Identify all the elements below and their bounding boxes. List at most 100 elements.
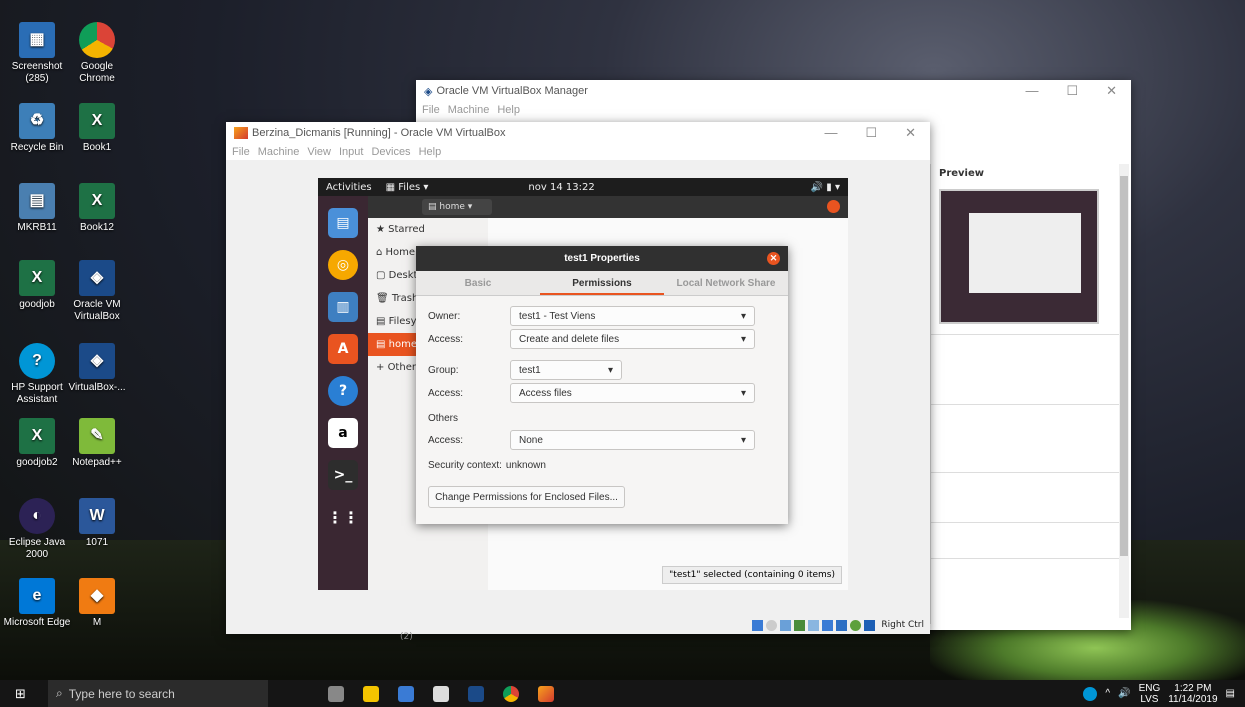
- menu-file[interactable]: File: [422, 104, 440, 116]
- desktop-icon-virtualbox-2[interactable]: ◈ VirtualBox-...: [62, 343, 132, 394]
- owner-select[interactable]: test1 - Test Viens ▾: [510, 306, 755, 326]
- change-permissions-button[interactable]: Change Permissions for Enclosed Files...: [428, 486, 625, 508]
- owner-access-label: Access:: [428, 333, 464, 345]
- usb-icon[interactable]: [794, 619, 806, 631]
- tab-permissions[interactable]: Permissions: [540, 271, 664, 295]
- group-select[interactable]: test1 ▾: [510, 360, 622, 380]
- mail-icon[interactable]: [433, 685, 449, 702]
- maximize-icon[interactable]: ☐: [865, 125, 877, 141]
- tab-local-network-share[interactable]: Local Network Share: [664, 271, 788, 295]
- excel-icon: X: [19, 260, 55, 296]
- maximize-icon[interactable]: ☐: [1066, 83, 1078, 99]
- volume-icon[interactable]: 🔊: [1118, 688, 1130, 699]
- menu-help[interactable]: Help: [419, 146, 442, 158]
- file-explorer-icon[interactable]: [363, 685, 379, 702]
- cpu-icon[interactable]: [850, 619, 862, 631]
- menu-devices[interactable]: Devices: [371, 146, 410, 158]
- taskbar-search[interactable]: ⌕ Type here to search: [48, 680, 268, 707]
- menu-machine[interactable]: Machine: [448, 104, 490, 116]
- recording-icon[interactable]: [836, 619, 848, 631]
- tab-basic[interactable]: Basic: [416, 271, 540, 295]
- virtualbox-icon: ◈: [424, 85, 433, 98]
- chevron-down-icon: ▾: [740, 333, 746, 345]
- desktop-icon-m[interactable]: ◆ M: [62, 578, 132, 629]
- excel-icon: X: [79, 103, 115, 139]
- properties-dialog[interactable]: test1 Properties ✕ Basic Permissions Loc…: [416, 246, 788, 524]
- files-app-menu[interactable]: ▦ Files ▾: [386, 182, 429, 193]
- virtualbox-icon[interactable]: [468, 685, 484, 702]
- menu-machine[interactable]: Machine: [258, 146, 300, 158]
- group-access-select[interactable]: Access files ▾: [510, 383, 755, 403]
- menu-input[interactable]: Input: [339, 146, 363, 158]
- language-indicator[interactable]: ENG LVS: [1139, 683, 1161, 705]
- eclipse-icon: ◐: [19, 498, 55, 534]
- chrome-icon[interactable]: [503, 685, 519, 702]
- location-button[interactable]: ▤ home ▾: [422, 199, 492, 215]
- virtualbox-vm-icon[interactable]: [538, 685, 554, 702]
- shared-folders-icon[interactable]: [808, 619, 820, 631]
- minimize-icon[interactable]: —: [1025, 83, 1038, 99]
- hdd-icon[interactable]: [752, 619, 764, 631]
- manager-scrollbar[interactable]: [1119, 164, 1129, 618]
- owner-access-select[interactable]: Create and delete files ▾: [510, 329, 755, 349]
- menu-help[interactable]: Help: [497, 104, 520, 116]
- terminal-icon[interactable]: >_: [328, 460, 358, 490]
- edge-icon: e: [19, 578, 55, 614]
- system-tray-icons[interactable]: 🔊 ▮ ▾: [811, 182, 840, 193]
- activities-button[interactable]: Activities: [326, 182, 372, 193]
- optical-icon[interactable]: [766, 619, 778, 631]
- clock[interactable]: nov 14 13:22: [528, 182, 594, 193]
- manager-titlebar[interactable]: ◈ Oracle VM VirtualBox Manager — ☐ ✕: [416, 80, 1131, 102]
- chevron-up-icon[interactable]: ^: [1105, 688, 1110, 699]
- notification-icon[interactable]: ▤: [1226, 688, 1235, 699]
- virtualbox-icon: ◈: [79, 343, 115, 379]
- menu-file[interactable]: File: [232, 146, 250, 158]
- app-grid-icon[interactable]: ⋮⋮: [327, 502, 359, 532]
- group-access-label: Access:: [428, 387, 464, 399]
- close-icon[interactable]: ✕: [767, 252, 780, 265]
- sidebar-item-starred[interactable]: ★ Starred: [368, 218, 488, 241]
- desktop-icon-1071[interactable]: W 1071: [62, 498, 132, 549]
- vm-display[interactable]: Activities ▦ Files ▾ nov 14 13:22 🔊 ▮ ▾ …: [318, 178, 848, 590]
- amazon-icon[interactable]: a: [328, 418, 358, 448]
- details-section: [931, 404, 1120, 472]
- help-icon[interactable]: ?: [328, 376, 358, 406]
- others-access-select[interactable]: None ▾: [510, 430, 755, 450]
- mouse-integration-icon[interactable]: [864, 619, 876, 631]
- files-icon[interactable]: ▤: [328, 208, 358, 238]
- close-icon[interactable]: ✕: [1106, 83, 1117, 99]
- close-icon[interactable]: ✕: [905, 125, 916, 141]
- software-icon[interactable]: A: [328, 334, 358, 364]
- group-row: Group: test1 ▾: [428, 360, 622, 380]
- vm-titlebar[interactable]: Berzina_Dicmanis [Running] - Oracle VM V…: [226, 122, 930, 144]
- store-icon[interactable]: [398, 685, 414, 702]
- windows-start-icon[interactable]: ⊞: [15, 687, 26, 702]
- writer-icon[interactable]: ▥: [328, 292, 358, 322]
- scrollbar-thumb[interactable]: [1120, 176, 1128, 556]
- word-icon: W: [79, 498, 115, 534]
- system-tray: ^ 🔊 ENG LVS 1:22 PM 11/14/2019 ▤: [1083, 683, 1245, 705]
- minimize-icon[interactable]: —: [824, 125, 837, 141]
- vm-window[interactable]: Berzina_Dicmanis [Running] - Oracle VM V…: [226, 122, 930, 634]
- desktop-icon-book1[interactable]: X Book1: [62, 103, 132, 154]
- rhythmbox-icon[interactable]: ◎: [328, 250, 358, 280]
- close-icon[interactable]: [827, 200, 840, 213]
- menu-view[interactable]: View: [307, 146, 331, 158]
- details-section: [931, 558, 1120, 604]
- network-icon[interactable]: [780, 619, 792, 631]
- desktop-icon-chrome[interactable]: Google Chrome: [62, 22, 132, 85]
- group-label: Group:: [428, 364, 459, 376]
- help-icon: ?: [19, 343, 55, 379]
- owner-row: Owner: test1 - Test Viens ▾: [428, 306, 755, 326]
- help-icon[interactable]: [1083, 686, 1098, 701]
- display-icon[interactable]: [822, 619, 834, 631]
- desktop-icon-notepadpp[interactable]: ✎ Notepad++: [62, 418, 132, 469]
- clock[interactable]: 1:22 PM 11/14/2019: [1168, 683, 1217, 705]
- desktop-icon-book12[interactable]: X Book12: [62, 183, 132, 234]
- file-icon: ▤: [19, 183, 55, 219]
- dialog-header[interactable]: test1 Properties ✕: [416, 246, 788, 271]
- task-view-icon[interactable]: [328, 685, 344, 702]
- dialog-tabs: Basic Permissions Local Network Share: [416, 271, 788, 296]
- desktop-icon-virtualbox[interactable]: ◈ Oracle VM VirtualBox: [62, 260, 132, 323]
- files-headerbar: ▤ home ▾: [368, 196, 848, 218]
